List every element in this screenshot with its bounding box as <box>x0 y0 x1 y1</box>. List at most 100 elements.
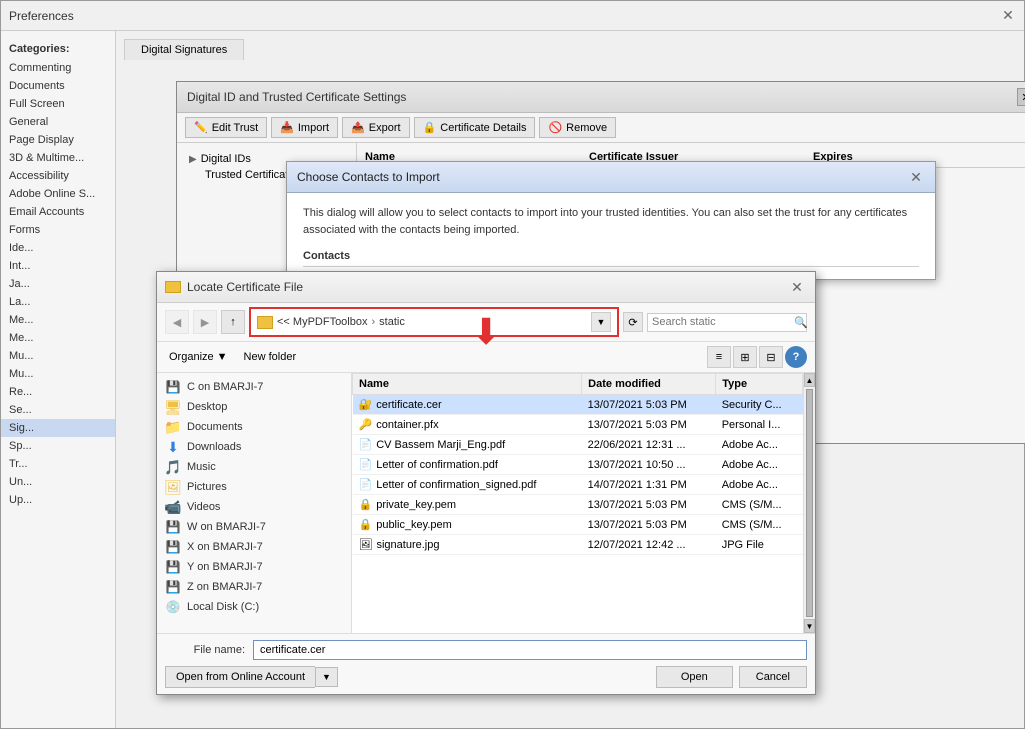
forward-button[interactable]: ▶ <box>193 310 217 334</box>
open-file-button[interactable]: Open <box>656 666 733 688</box>
sidebar-item-general[interactable]: General <box>1 113 115 131</box>
new-folder-button[interactable]: New folder <box>240 349 301 365</box>
scroll-up-button[interactable]: ▲ <box>804 373 815 387</box>
nav-item-downloads[interactable]: ⬇ Downloads <box>157 437 351 457</box>
nav-item-y-drive[interactable]: 💾 Y on BMARJI-7 <box>157 557 351 577</box>
file-icon-pfx: 🔑 <box>359 418 373 431</box>
remove-toolbar-button[interactable]: 🚫 Remove <box>539 117 616 138</box>
import-label: Import <box>298 122 329 134</box>
cert-details-button[interactable]: 🔒 Certificate Details <box>414 117 536 138</box>
sidebar-item-commenting[interactable]: Commenting <box>1 59 115 77</box>
remove-icon: 🚫 <box>548 121 562 134</box>
contacts-close-button[interactable]: ✕ <box>907 168 925 186</box>
up-button[interactable]: ↑ <box>221 310 245 334</box>
sidebar-item-up[interactable]: Up... <box>1 491 115 509</box>
sidebar-item-fullscreen[interactable]: Full Screen <box>1 95 115 113</box>
sidebar-item-un[interactable]: Un... <box>1 473 115 491</box>
sidebar-item-3d[interactable]: 3D & Multime... <box>1 149 115 167</box>
file-icon-pdf: 📄 <box>359 458 373 471</box>
breadcrumb-path[interactable]: static <box>379 316 405 328</box>
sidebar-item-documents[interactable]: Documents <box>1 77 115 95</box>
scroll-down-button[interactable]: ▼ <box>804 619 815 633</box>
sidebar-item-me1[interactable]: Me... <box>1 311 115 329</box>
edit-trust-button[interactable]: ✏️ Edit Trust <box>185 117 267 138</box>
filename-input[interactable] <box>253 640 807 660</box>
x-drive-icon: 💾 <box>165 540 181 554</box>
sidebar-item-int[interactable]: Int... <box>1 257 115 275</box>
file-list-scrollbar[interactable]: ▲ ▼ <box>803 373 815 633</box>
nav-item-x-drive[interactable]: 💾 X on BMARJI-7 <box>157 537 351 557</box>
col-name-header[interactable]: Name <box>353 374 582 395</box>
col-date-header[interactable]: Date modified <box>582 374 716 395</box>
nav-item-w-drive[interactable]: 💾 W on BMARJI-7 <box>157 517 351 537</box>
cancel-locate-button[interactable]: Cancel <box>739 666 807 688</box>
file-name-cell: 🔒 private_key.pem <box>359 498 457 511</box>
sidebar-item-me2[interactable]: Me... <box>1 329 115 347</box>
preferences-title: Preferences <box>9 9 74 23</box>
breadcrumb-dropdown-button[interactable]: ▼ <box>591 312 611 332</box>
open-from-dropdown-button[interactable]: ▼ <box>315 667 338 687</box>
contacts-tab[interactable]: Contacts <box>303 250 919 267</box>
nav-item-music[interactable]: 🎵 Music <box>157 457 351 477</box>
table-row[interactable]: 🔒 private_key.pem 13/07/2021 5:03 PM CMS… <box>353 495 803 515</box>
sidebar-item-pagedisplay[interactable]: Page Display <box>1 131 115 149</box>
view-details-button[interactable]: ≡ <box>707 346 731 368</box>
sidebar-item-sig[interactable]: Sig... <box>1 419 115 437</box>
file-date-cell: 13/07/2021 5:03 PM <box>582 495 716 515</box>
nav-item-c-drive[interactable]: 💾 C on BMARJI-7 <box>157 377 351 397</box>
table-row[interactable]: 🔑 container.pfx 13/07/2021 5:03 PM Perso… <box>353 415 803 435</box>
sidebar-item-accessibility[interactable]: Accessibility <box>1 167 115 185</box>
back-button[interactable]: ◀ <box>165 310 189 334</box>
preferences-body: Categories: Commenting Documents Full Sc… <box>1 31 1024 728</box>
nav-item-desktop[interactable]: 🖥 Desktop <box>157 397 351 417</box>
col-type-header[interactable]: Type <box>716 374 803 395</box>
nav-item-pictures[interactable]: 🖼 Pictures <box>157 477 351 497</box>
table-row[interactable]: 🖼 signature.jpg 12/07/2021 12:42 ... JPG… <box>353 535 803 555</box>
search-icon[interactable]: 🔍 <box>794 316 808 329</box>
help-button[interactable]: ? <box>785 346 807 368</box>
sidebar-item-ide[interactable]: Ide... <box>1 239 115 257</box>
sidebar-item-email[interactable]: Email Accounts <box>1 203 115 221</box>
view-tiles-button[interactable]: ⊟ <box>759 346 783 368</box>
search-input[interactable] <box>652 316 794 328</box>
nav-item-videos[interactable]: 📹 Videos <box>157 497 351 517</box>
table-row[interactable]: 🔒 public_key.pem 13/07/2021 5:03 PM CMS … <box>353 515 803 535</box>
export-button[interactable]: 📤 Export <box>342 117 410 138</box>
sidebar-item-se[interactable]: Se... <box>1 401 115 419</box>
sidebar-item-la[interactable]: La... <box>1 293 115 311</box>
sidebar-item-adobeonline[interactable]: Adobe Online S... <box>1 185 115 203</box>
open-from-main-button[interactable]: Open from Online Account <box>165 666 315 688</box>
organize-button[interactable]: Organize ▼ <box>165 349 232 365</box>
import-button[interactable]: 📥 Import <box>271 117 338 138</box>
left-nav-panel: 💾 C on BMARJI-7 🖥 Desktop 📁 Documents <box>157 373 352 633</box>
nav-item-local-disk[interactable]: 💿 Local Disk (C:) <box>157 597 351 617</box>
preferences-close-button[interactable]: ✕ <box>1000 8 1016 24</box>
breadcrumb-refresh-button[interactable]: ⟳ <box>623 312 643 332</box>
sidebar-item-re[interactable]: Re... <box>1 383 115 401</box>
sidebar-item-mu2[interactable]: Mu... <box>1 365 115 383</box>
file-type-cell: Adobe Ac... <box>716 435 803 455</box>
tab-digital-signatures[interactable]: Digital Signatures <box>124 39 244 60</box>
locate-close-button[interactable]: ✕ <box>787 277 807 297</box>
file-icon-pem: 🔒 <box>359 498 373 511</box>
sidebar-item-forms[interactable]: Forms <box>1 221 115 239</box>
sidebar-item-sp[interactable]: Sp... <box>1 437 115 455</box>
nav-item-z-drive[interactable]: 💾 Z on BMARJI-7 <box>157 577 351 597</box>
contacts-title-bar: Choose Contacts to Import ✕ <box>287 162 935 193</box>
table-row[interactable]: 📄 Letter of confirmation.pdf 13/07/2021 … <box>353 455 803 475</box>
export-icon: 📤 <box>351 121 365 134</box>
nav-item-documents[interactable]: 📁 Documents <box>157 417 351 437</box>
search-box: 🔍 <box>647 313 807 332</box>
view-list-button[interactable]: ⊞ <box>733 346 757 368</box>
nav-item-c-label: C on BMARJI-7 <box>187 381 263 393</box>
sidebar-item-mu1[interactable]: Mu... <box>1 347 115 365</box>
sidebar-item-tr[interactable]: Tr... <box>1 455 115 473</box>
sidebar-item-ja[interactable]: Ja... <box>1 275 115 293</box>
scroll-thumb[interactable] <box>806 389 813 617</box>
breadcrumb-folder-label[interactable]: << MyPDFToolbox <box>277 316 367 328</box>
table-row[interactable]: 🔐 certificate.cer 13/07/2021 5:03 PM Sec… <box>353 395 803 415</box>
table-row[interactable]: 📄 CV Bassem Marji_Eng.pdf 22/06/2021 12:… <box>353 435 803 455</box>
digital-id-close-button[interactable]: ✕ <box>1017 88 1025 106</box>
nav-item-x-label: X on BMARJI-7 <box>187 541 263 553</box>
table-row[interactable]: 📄 Letter of confirmation_signed.pdf 14/0… <box>353 475 803 495</box>
